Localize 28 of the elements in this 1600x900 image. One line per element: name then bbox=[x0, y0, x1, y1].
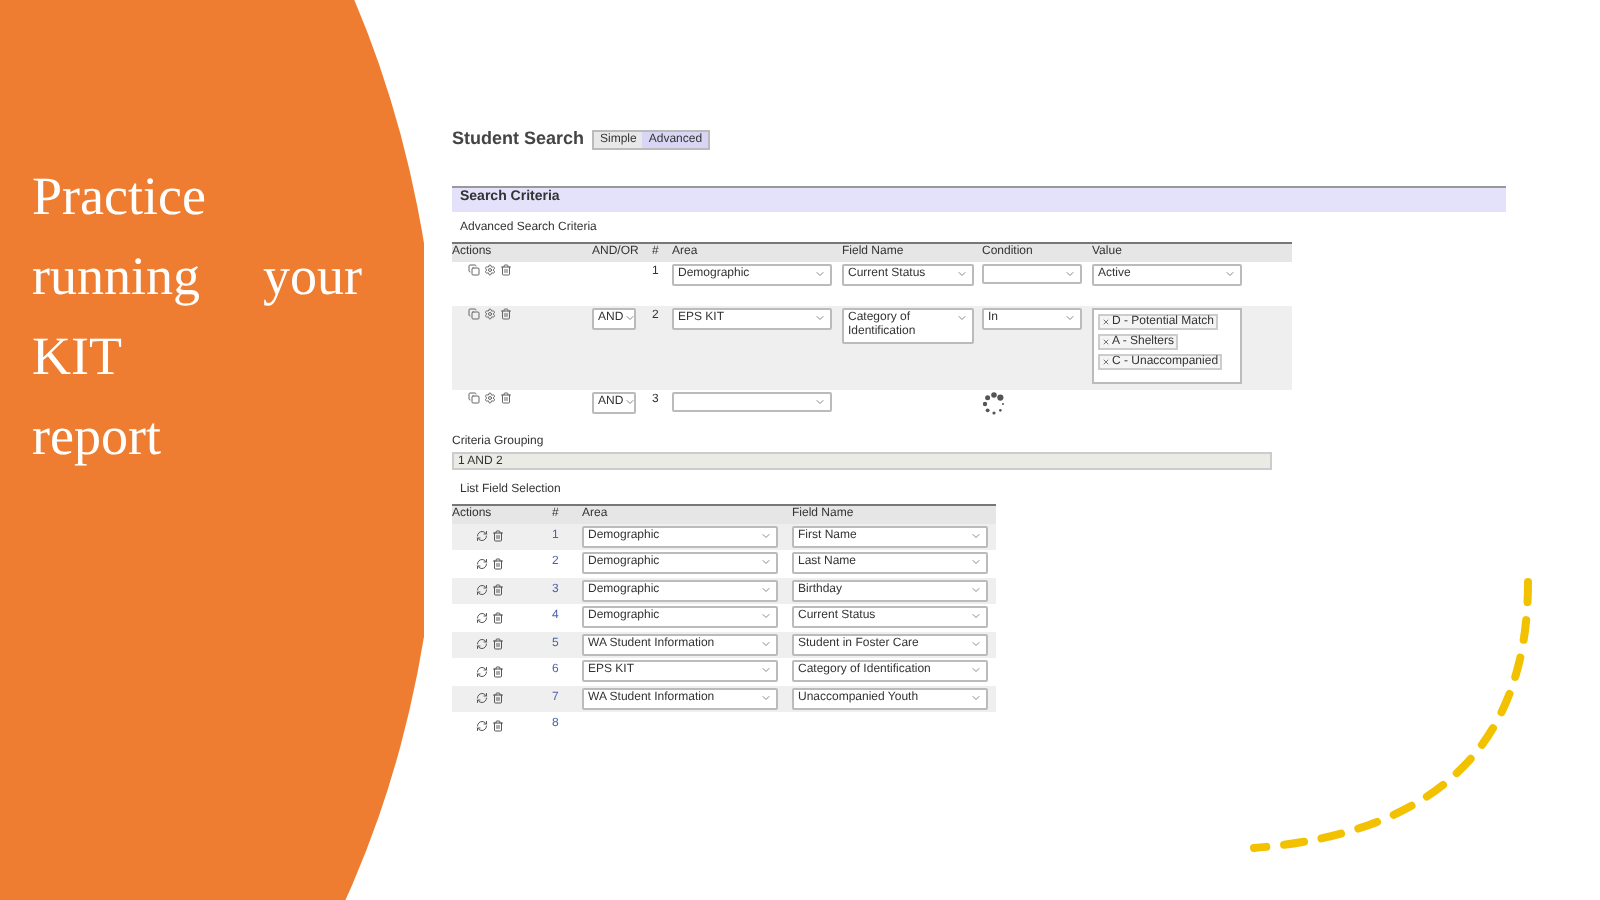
refresh-icon[interactable] bbox=[476, 692, 488, 705]
trash-icon[interactable] bbox=[492, 638, 504, 651]
refresh-icon[interactable] bbox=[476, 584, 488, 597]
loading-spinner-icon bbox=[982, 391, 1006, 415]
refresh-icon[interactable] bbox=[476, 665, 488, 678]
trash-icon[interactable] bbox=[492, 530, 504, 543]
copy-icon[interactable] bbox=[468, 263, 480, 275]
trash-icon[interactable] bbox=[492, 611, 504, 624]
trash-icon[interactable] bbox=[492, 557, 504, 570]
settings-icon[interactable] bbox=[484, 263, 496, 275]
slide-title: Practice running your KIT report bbox=[32, 164, 362, 470]
settings-icon[interactable] bbox=[484, 307, 496, 319]
trash-icon[interactable] bbox=[500, 263, 512, 275]
refresh-icon[interactable] bbox=[476, 611, 488, 624]
settings-icon[interactable] bbox=[484, 391, 496, 403]
trash-icon[interactable] bbox=[492, 719, 504, 732]
page-title: Student Search bbox=[452, 126, 585, 152]
trash-icon[interactable] bbox=[492, 584, 504, 597]
refresh-icon[interactable] bbox=[476, 557, 488, 570]
trash-icon[interactable] bbox=[492, 692, 504, 705]
trash-icon[interactable] bbox=[500, 307, 512, 319]
copy-icon[interactable] bbox=[468, 307, 480, 319]
refresh-icon[interactable] bbox=[476, 719, 488, 732]
trash-icon[interactable] bbox=[492, 665, 504, 678]
copy-icon[interactable] bbox=[468, 391, 480, 403]
trash-icon[interactable] bbox=[500, 391, 512, 403]
refresh-icon[interactable] bbox=[476, 638, 488, 651]
refresh-icon[interactable] bbox=[476, 530, 488, 543]
